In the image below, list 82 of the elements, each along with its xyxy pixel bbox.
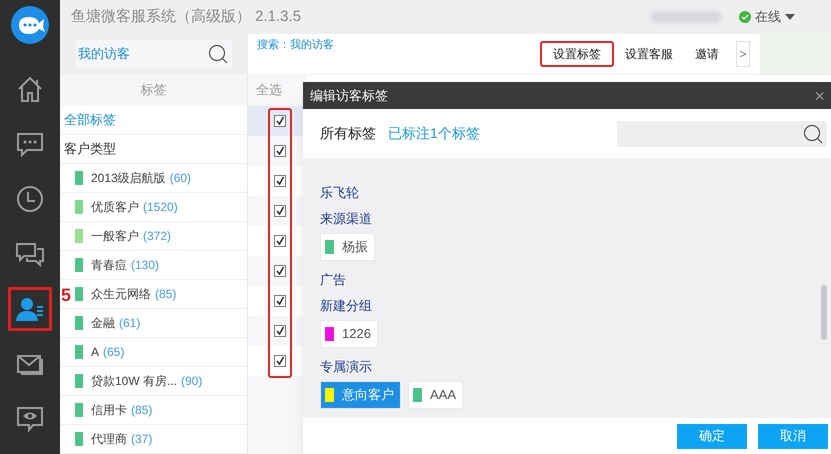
all-tags-item[interactable]: 全部标签 [60,106,247,135]
tag-chip[interactable]: 1226 [320,320,378,348]
clock-icon [15,184,45,214]
close-button[interactable]: × [814,86,825,104]
toolbar-button[interactable]: 设置客服 [614,41,684,67]
search-icon [208,44,228,64]
scroll-right-button[interactable]: > [736,41,750,67]
checkmark-icon [275,236,285,246]
tag-name: 贷款10W 有房... [91,373,178,390]
toolbar-button[interactable]: 邀请 [684,41,730,67]
checkbox[interactable] [274,145,286,157]
checkmark-icon [275,356,285,366]
checkbox[interactable] [274,235,286,247]
tag-count: (85) [131,402,152,419]
caret-down-icon [785,14,795,20]
tag-count: (130) [131,257,160,274]
checkbox[interactable] [274,295,286,307]
tag-group-name: 广告 [320,271,346,290]
scrollbar-thumb[interactable] [821,285,827,340]
column-header: 标签 [60,74,247,106]
tag-name: 众生元网络 [91,286,151,303]
tag-group-name: 新建分组 [320,297,372,316]
status-dropdown[interactable]: 在线 [739,7,795,27]
tag-count: (60) [170,170,192,187]
eye-bubble-icon [15,404,45,434]
tag-name: 金融 [91,315,115,332]
tag-list-item[interactable]: 信用卡 (85) [60,396,247,425]
checkbox[interactable] [274,265,286,277]
checkmark-icon [275,146,285,156]
blurred-username [651,11,721,23]
tag-count: (85) [155,286,176,303]
toolbar-button[interactable]: 设置标签 [540,41,614,67]
checkbox[interactable] [274,325,286,337]
tag-name: 2013级启航版 [91,170,166,187]
checkbox[interactable] [274,175,286,187]
nav-contacts-button[interactable] [8,287,52,331]
tag-count: (90) [181,373,202,390]
checkmark-icon [275,266,285,276]
tag-count: (1520) [143,199,178,216]
tag-count: (65) [103,344,124,361]
tag-name: A [91,344,100,361]
tag-list-item[interactable]: 青春痘 (130) [60,251,247,280]
tag-list-item[interactable]: 金融 (61) [60,309,247,338]
checkmark-icon [275,326,285,336]
tag-count: (37) [131,431,152,448]
fish-logo-icon [10,5,50,45]
search-icon [803,124,823,144]
checkbox[interactable] [274,115,286,127]
tag-name: 代理商 [91,431,127,448]
tag-group-name: 乐飞轮 [320,184,359,202]
dialog-title: 编辑访客标签 [310,86,389,105]
tag-group-heading: 客户类型 [60,135,247,164]
check-circle-icon [739,11,751,23]
tag-name: 一般客户 [91,228,139,245]
tag-list-item[interactable]: 代理商 (37) [60,425,247,454]
select-all-header: 全选 [255,81,283,100]
marked-count-text: 已标注1个标签 [388,124,481,143]
checkbox[interactable] [274,205,286,217]
all-tags-label: 所有标签 [320,124,376,143]
tag-count: (372) [143,228,172,245]
checkmark-icon [275,116,285,126]
checkmark-icon [275,206,285,216]
annotation-number: 5 [61,286,72,304]
tag-group-name: 来源渠道 [320,210,372,228]
checkbox[interactable] [274,355,286,367]
tag-group-name: 专属演示 [320,358,372,376]
checkmark-icon [275,296,285,306]
tag-list-item[interactable]: 2013级启航版 (60) [60,164,247,193]
tag-name: 信用卡 [91,402,127,419]
tag-list-item[interactable]: A (65) [60,338,247,367]
tag-chip[interactable]: AAA [408,381,464,409]
tag-count: (61) [119,315,140,332]
tag-chip[interactable]: 杨振 [320,233,375,261]
tag-list-item[interactable]: 一般客户 (372) [60,222,247,251]
search-breadcrumb-link[interactable]: 搜索：我的访客 [257,37,334,74]
tag-list-item[interactable]: 贷款10W 有房... (90) [60,367,247,396]
tag-name: 青春痘 [91,257,127,274]
tag-search-field[interactable] [617,120,827,146]
checkmark-icon [275,176,285,186]
tag-name: 优质客户 [91,199,139,216]
tag-list-item[interactable]: 优质客户 (1520) [60,193,247,222]
window-title: 鱼塘微客服系统（高级版） 2.1.3.5 [71,6,302,27]
